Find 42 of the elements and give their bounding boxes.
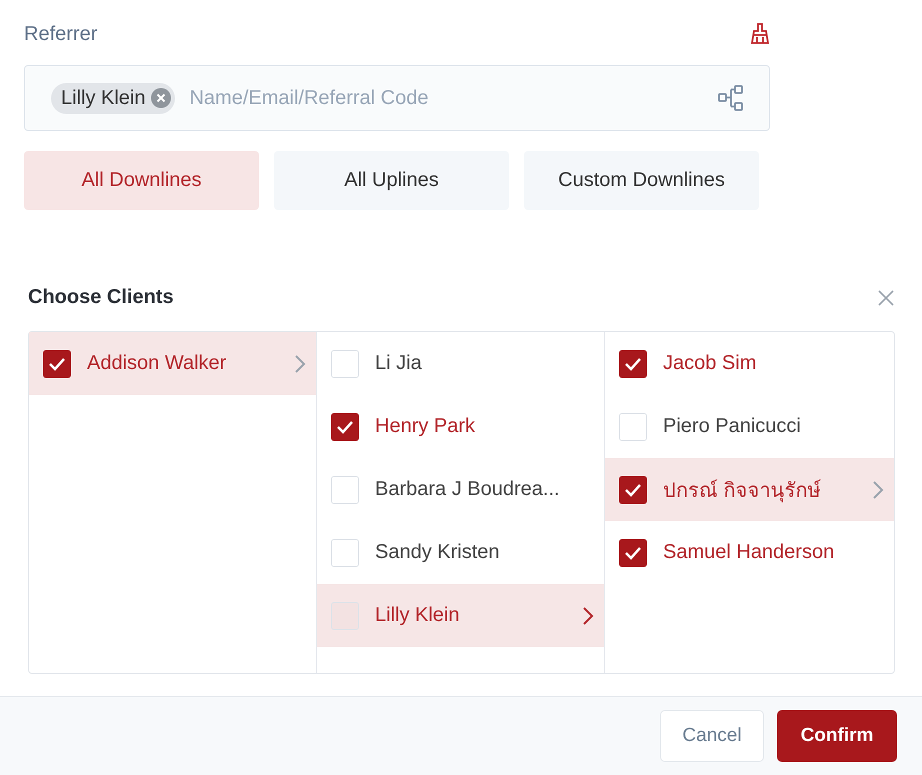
referrer-field[interactable]: Lilly Klein Name/Email/Referral Code — [24, 65, 770, 131]
client-name: Addison Walker — [87, 352, 228, 375]
referrer-input[interactable]: Name/Email/Referral Code — [187, 86, 705, 110]
cancel-button[interactable]: Cancel — [660, 710, 764, 762]
client-checkbox[interactable] — [619, 412, 647, 440]
client-checkbox[interactable] — [619, 476, 647, 504]
client-row[interactable]: Sandy Kristen — [317, 521, 604, 584]
client-checkbox[interactable] — [619, 538, 647, 566]
client-checkbox[interactable] — [331, 412, 359, 440]
filter-tab[interactable]: All Uplines — [274, 151, 509, 210]
client-row[interactable]: ปกรณ์ กิจจานุรักษ์ — [605, 458, 894, 521]
hierarchy-icon[interactable] — [717, 84, 745, 112]
client-name: Piero Panicucci — [663, 415, 802, 438]
referrer-label: Referrer — [24, 22, 98, 46]
client-name: Henry Park — [375, 415, 476, 438]
client-row[interactable]: Jacob Sim — [605, 332, 894, 395]
client-name: ปกรณ์ กิจจานุรักษ์ — [663, 478, 822, 504]
client-name: Lilly Klein — [375, 604, 460, 627]
client-checkbox[interactable] — [331, 538, 359, 566]
dialog-title: Choose Clients — [28, 286, 174, 309]
referrer-chip: Lilly Klein — [51, 82, 176, 114]
client-row[interactable]: Henry Park — [317, 395, 604, 458]
client-checkbox[interactable] — [619, 350, 647, 378]
client-row[interactable]: Piero Panicucci — [605, 395, 894, 458]
client-name: Sandy Kristen — [375, 541, 501, 564]
remove-icon[interactable] — [151, 88, 172, 108]
client-row[interactable]: Li Jia — [317, 332, 604, 395]
client-name: Jacob Sim — [663, 352, 758, 375]
client-checkbox[interactable] — [331, 476, 359, 504]
client-name: Li Jia — [375, 352, 423, 375]
broom-icon[interactable] — [750, 23, 770, 45]
client-name: Barbara J Boudrea... — [375, 478, 561, 501]
client-name: Samuel Handerson — [663, 541, 836, 564]
client-checkbox[interactable] — [331, 350, 359, 378]
confirm-button[interactable]: Confirm — [777, 710, 897, 762]
client-row[interactable]: Addison Walker — [29, 332, 316, 395]
client-checkbox[interactable] — [43, 350, 71, 378]
close-icon[interactable] — [878, 290, 894, 306]
filter-tab[interactable]: All Downlines — [24, 151, 259, 210]
client-row[interactable]: Samuel Handerson — [605, 521, 894, 584]
client-row[interactable]: Barbara J Boudrea... — [317, 458, 604, 521]
filter-tab[interactable]: Custom Downlines — [524, 151, 759, 210]
